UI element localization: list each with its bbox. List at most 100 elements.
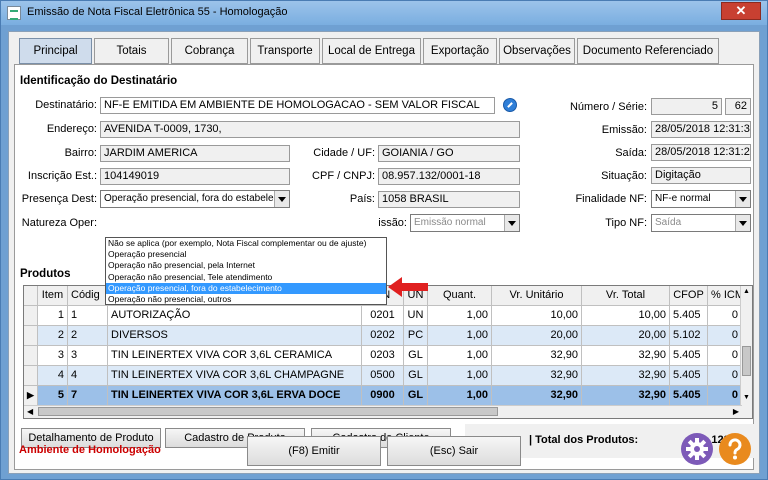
col-item[interactable]: Item <box>38 286 68 306</box>
tipo-emissao-select[interactable]: Emissão normal <box>410 214 520 232</box>
col-vr-unitario[interactable]: Vr. Unitário <box>492 286 582 306</box>
serie-field[interactable]: 62 <box>725 98 751 115</box>
table-row-selected[interactable]: ▶ 5 7 TIN LEINERTEX VIVA COR 3,6L ERVA D… <box>24 386 742 406</box>
presenca-option[interactable]: Operação presencial <box>106 249 386 260</box>
row-indicator <box>24 326 38 346</box>
col-cfop[interactable]: CFOP <box>670 286 708 306</box>
ambiente-label: Ambiente de Homologação <box>19 444 161 456</box>
horizontal-scrollbar[interactable]: ◀ ▶ <box>24 405 742 418</box>
red-arrow-icon <box>388 277 428 297</box>
row-indicator <box>24 366 38 386</box>
finalidade-value: NF-e normal <box>655 193 711 204</box>
chevron-down-icon[interactable] <box>735 191 750 207</box>
cell-descricao: AUTORIZAÇÃO <box>108 306 362 326</box>
table-row[interactable]: 2 2 DIVERSOS 0202 PC 1,00 20,00 20,00 5.… <box>24 326 742 346</box>
inscricao-field[interactable]: 104149019 <box>100 168 290 185</box>
tab-totais[interactable]: Totais <box>94 38 169 64</box>
cell-descricao: TIN LEINERTEX VIVA COR 3,6L ERVA DOCE <box>108 386 362 406</box>
numero-field[interactable]: 5 <box>651 98 722 115</box>
close-button[interactable]: ✕ <box>721 2 761 20</box>
presenca-option[interactable]: Operação não presencial, Tele atendiment… <box>106 272 386 283</box>
numero-serie-label: Número / Série: <box>569 101 647 113</box>
chevron-down-icon[interactable] <box>274 191 289 207</box>
endereco-field[interactable]: AVENIDA T-0009, 1730, <box>100 121 520 138</box>
emissao-field[interactable]: 28/05/2018 12:31:30 <box>651 121 751 138</box>
vertical-scrollbar[interactable]: ▲ ▼ <box>740 286 752 418</box>
presenca-option[interactable]: Não se aplica (por exemplo, Nota Fiscal … <box>106 238 386 249</box>
scroll-left-icon[interactable]: ◀ <box>27 407 33 416</box>
tab-transporte[interactable]: Transporte <box>250 38 320 64</box>
cell-un: UN <box>404 306 428 326</box>
tab-cobranca[interactable]: Cobrança <box>171 38 248 64</box>
col-icms[interactable]: % ICM <box>708 286 742 306</box>
cidade-field[interactable]: GOIANIA / GO <box>378 145 520 162</box>
cell-codigo: 4 <box>68 366 108 386</box>
bairro-field[interactable]: JARDIM AMERICA <box>100 145 290 162</box>
scroll-thumb[interactable] <box>742 346 751 376</box>
cell-quant: 1,00 <box>428 366 492 386</box>
hscroll-thumb[interactable] <box>38 407 498 416</box>
tab-local-entrega[interactable]: Local de Entrega <box>322 38 421 64</box>
cell-sn: 0500 <box>362 366 404 386</box>
tipo-emissao-label: issão: <box>378 217 407 229</box>
saida-field[interactable]: 28/05/2018 12:31:28 <box>651 144 751 161</box>
bairro-label: Bairro: <box>64 147 97 159</box>
cell-descricao: TIN LEINERTEX VIVA COR 3,6L CHAMPAGNE <box>108 366 362 386</box>
pais-field[interactable]: 1058 BRASIL <box>378 191 520 208</box>
app-icon <box>7 6 21 20</box>
presenca-select[interactable]: Operação presencial, fora do estabelecim… <box>100 190 290 208</box>
cell-item: 5 <box>38 386 68 406</box>
presenca-option[interactable]: Operação não presencial, pela Internet <box>106 260 386 271</box>
cell-vr-unitario: 32,90 <box>492 386 582 406</box>
presenca-option[interactable]: Operação não presencial, outros <box>106 294 386 305</box>
scroll-up-icon[interactable]: ▲ <box>743 288 750 295</box>
tab-documento-referenciado[interactable]: Documento Referenciado <box>577 38 719 64</box>
col-vr-total[interactable]: Vr. Total <box>582 286 670 306</box>
table-row[interactable]: 1 1 AUTORIZAÇÃO 0201 UN 1,00 10,00 10,00… <box>24 306 742 326</box>
table-row[interactable]: 3 3 TIN LEINERTEX VIVA COR 3,6L CERAMICA… <box>24 346 742 366</box>
col-quant[interactable]: Quant. <box>428 286 492 306</box>
scroll-down-icon[interactable]: ▼ <box>743 394 750 401</box>
cell-cfop: 5.405 <box>670 386 708 406</box>
cell-codigo: 7 <box>68 386 108 406</box>
tab-exportacao[interactable]: Exportação <box>423 38 497 64</box>
cell-quant: 1,00 <box>428 386 492 406</box>
finalidade-select[interactable]: NF-e normal <box>651 190 751 208</box>
sair-button[interactable]: (Esc) Sair <box>387 436 521 466</box>
chevron-down-icon[interactable] <box>504 215 519 231</box>
cell-item: 1 <box>38 306 68 326</box>
presenca-dropdown-list[interactable]: Não se aplica (por exemplo, Nota Fiscal … <box>105 237 387 305</box>
row-indicator <box>24 306 38 326</box>
cell-codigo: 1 <box>68 306 108 326</box>
pais-label: País: <box>349 193 375 205</box>
cell-cfop: 5.102 <box>670 326 708 346</box>
cell-vr-unitario: 10,00 <box>492 306 582 326</box>
title-bar[interactable]: Emissão de Nota Fiscal Eletrônica 55 - H… <box>1 1 767 25</box>
tab-principal[interactable]: Principal <box>19 38 92 64</box>
indicator-header <box>24 286 38 306</box>
emitir-button[interactable]: (F8) Emitir <box>247 436 381 466</box>
scroll-right-icon[interactable]: ▶ <box>733 407 739 416</box>
tipo-nf-select[interactable]: Saída <box>651 214 751 232</box>
chevron-down-icon[interactable] <box>735 215 750 231</box>
cpf-cnpj-field[interactable]: 08.957.132/0001-18 <box>378 168 520 185</box>
cell-icms: 0 <box>708 346 742 366</box>
destinatario-field[interactable]: NF-E EMITIDA EM AMBIENTE DE HOMOLOGACAO … <box>100 97 495 114</box>
presenca-option-selected[interactable]: Operação presencial, fora do estabelecim… <box>106 282 386 294</box>
help-icon[interactable] <box>719 433 751 465</box>
cell-codigo: 3 <box>68 346 108 366</box>
section-title-destinatario: Identificação do Destinatário <box>20 75 178 87</box>
total-produtos-label: | Total dos Produtos: <box>529 434 639 446</box>
info-icon[interactable] <box>503 98 517 112</box>
table-row[interactable]: 4 4 TIN LEINERTEX VIVA COR 3,6L CHAMPAGN… <box>24 366 742 386</box>
cell-quant: 1,00 <box>428 346 492 366</box>
cell-vr-total: 20,00 <box>582 326 670 346</box>
produtos-title: Produtos <box>20 268 71 280</box>
cell-icms: 0 <box>708 386 742 406</box>
tab-observacoes[interactable]: Observações <box>499 38 575 64</box>
cell-descricao: TIN LEINERTEX VIVA COR 3,6L CERAMICA <box>108 346 362 366</box>
cell-codigo: 2 <box>68 326 108 346</box>
cell-descricao: DIVERSOS <box>108 326 362 346</box>
gear-icon[interactable] <box>681 433 713 465</box>
col-codigo[interactable]: Códig <box>68 286 108 306</box>
